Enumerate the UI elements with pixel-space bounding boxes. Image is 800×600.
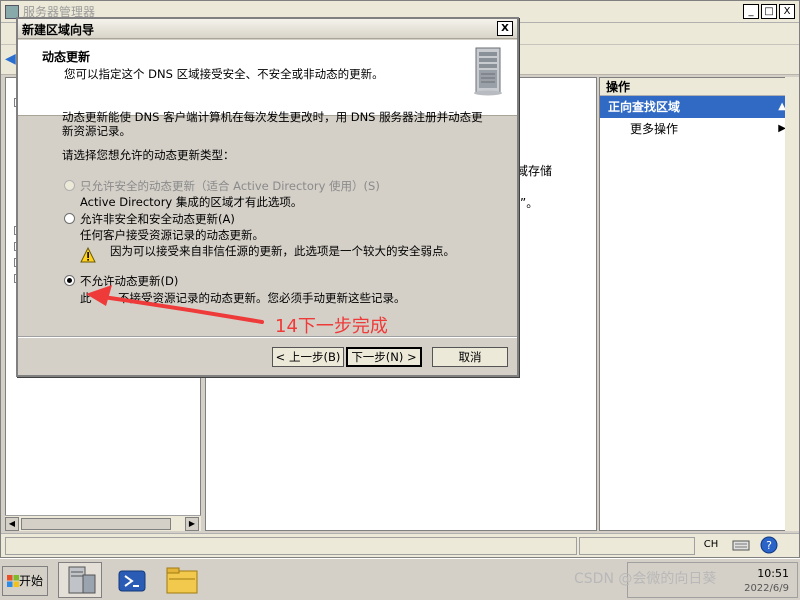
details-text-fragment: ”。	[520, 196, 539, 210]
powershell-icon	[118, 570, 146, 592]
option-nonsecure-label[interactable]: 允许非安全和安全动态更新(A)	[80, 211, 235, 227]
description-line-2: 新资源记录。	[62, 124, 131, 138]
wizard-page-title: 动态更新	[42, 50, 91, 64]
csdn-watermark: CSDN @会微的向日葵	[574, 571, 717, 587]
close-button[interactable]: X	[779, 4, 795, 19]
windows-flag-icon	[7, 575, 19, 587]
tree-horizontal-scrollbar[interactable]: ◀ ▶	[5, 515, 201, 531]
wizard-page-subtitle: 您可以指定这个 DNS 区域接受安全、不安全或非动态的更新。	[64, 67, 384, 81]
dialog-title-bar[interactable]: 新建区域向导 X	[18, 19, 517, 39]
cancel-button[interactable]: 取消	[432, 347, 508, 367]
radio-secure-only	[64, 180, 75, 191]
taskbar-explorer[interactable]	[160, 562, 204, 598]
scroll-left-icon[interactable]: ◀	[5, 517, 19, 531]
option-secure-only-desc: Active Directory 集成的区域才有此选项。	[80, 195, 303, 209]
option-nonsecure-warning: 因为可以接受来自非信任源的更新，此选项是一个较大的安全弱点。	[110, 244, 455, 258]
wizard-header: 动态更新 您可以指定这个 DNS 区域接受安全、不安全或非动态的更新。	[18, 40, 517, 116]
dialog-separator	[18, 336, 517, 338]
update-type-prompt: 请选择您想允许的动态更新类型：	[62, 148, 235, 162]
scroll-thumb[interactable]	[21, 518, 171, 530]
option-no-updates-label[interactable]: 不允许动态更新(D)	[80, 273, 178, 289]
radio-no-dynamic-updates[interactable]	[64, 275, 75, 286]
start-label: 开始	[19, 574, 44, 588]
taskbar-powershell[interactable]	[110, 562, 154, 598]
actions-vertical-scrollbar[interactable]	[785, 77, 799, 531]
server-manager-icon	[68, 566, 96, 594]
input-language-indicator[interactable]: CH	[700, 537, 722, 553]
clock-time[interactable]: 10:51	[757, 567, 789, 580]
actions-header: 操作	[600, 78, 794, 96]
more-actions-item[interactable]: 更多操作 ▶	[600, 118, 794, 140]
option-no-updates-desc-start: 此	[80, 291, 92, 305]
actions-section-forward-lookup[interactable]: 正向查找区域 ▲	[600, 96, 794, 118]
annotation-text: 14下一步完成	[275, 316, 388, 337]
maximize-button[interactable]: □	[761, 4, 777, 19]
back-button[interactable]: < 上一步(B)	[272, 347, 344, 367]
status-cell	[5, 537, 577, 555]
more-actions-label: 更多操作	[630, 122, 679, 136]
warning-icon	[80, 247, 96, 263]
minimize-button[interactable]: _	[743, 4, 759, 19]
option-nonsecure-desc: 任何客户接受资源记录的动态更新。	[80, 228, 264, 242]
actions-pane: 操作 正向查找区域 ▲ 更多操作 ▶	[599, 77, 795, 531]
radio-nonsecure-and-secure[interactable]	[64, 213, 75, 224]
option-no-updates-desc: 不接受资源记录的动态更新。您必须手动更新这些记录。	[118, 291, 406, 305]
dialog-close-button[interactable]: X	[497, 21, 513, 36]
scroll-right-icon[interactable]: ▶	[185, 517, 199, 531]
start-button[interactable]: 开始	[2, 566, 48, 596]
dialog-title: 新建区域向导	[22, 23, 95, 37]
help-icon[interactable]: ?	[760, 536, 778, 554]
folder-icon	[166, 567, 198, 594]
next-button[interactable]: 下一步(N) >	[346, 347, 422, 367]
new-zone-wizard-dialog: 新建区域向导 X 动态更新 您可以指定这个 DNS 区域接受安全、不安全或非动态…	[16, 17, 519, 377]
keyboard-icon[interactable]	[732, 537, 750, 553]
status-bar	[1, 533, 799, 557]
option-secure-only-label: 只允许安全的动态更新（适合 Active Directory 使用）(S)	[80, 179, 380, 193]
actions-section-title: 正向查找区域	[608, 100, 681, 114]
clock-date[interactable]: 2022/6/9	[744, 583, 789, 594]
taskbar-server-manager[interactable]	[58, 562, 102, 598]
svg-text:?: ?	[766, 539, 772, 552]
status-cell	[579, 537, 695, 555]
details-text-fragment: 域存储	[516, 164, 553, 178]
server-icon	[474, 47, 502, 96]
